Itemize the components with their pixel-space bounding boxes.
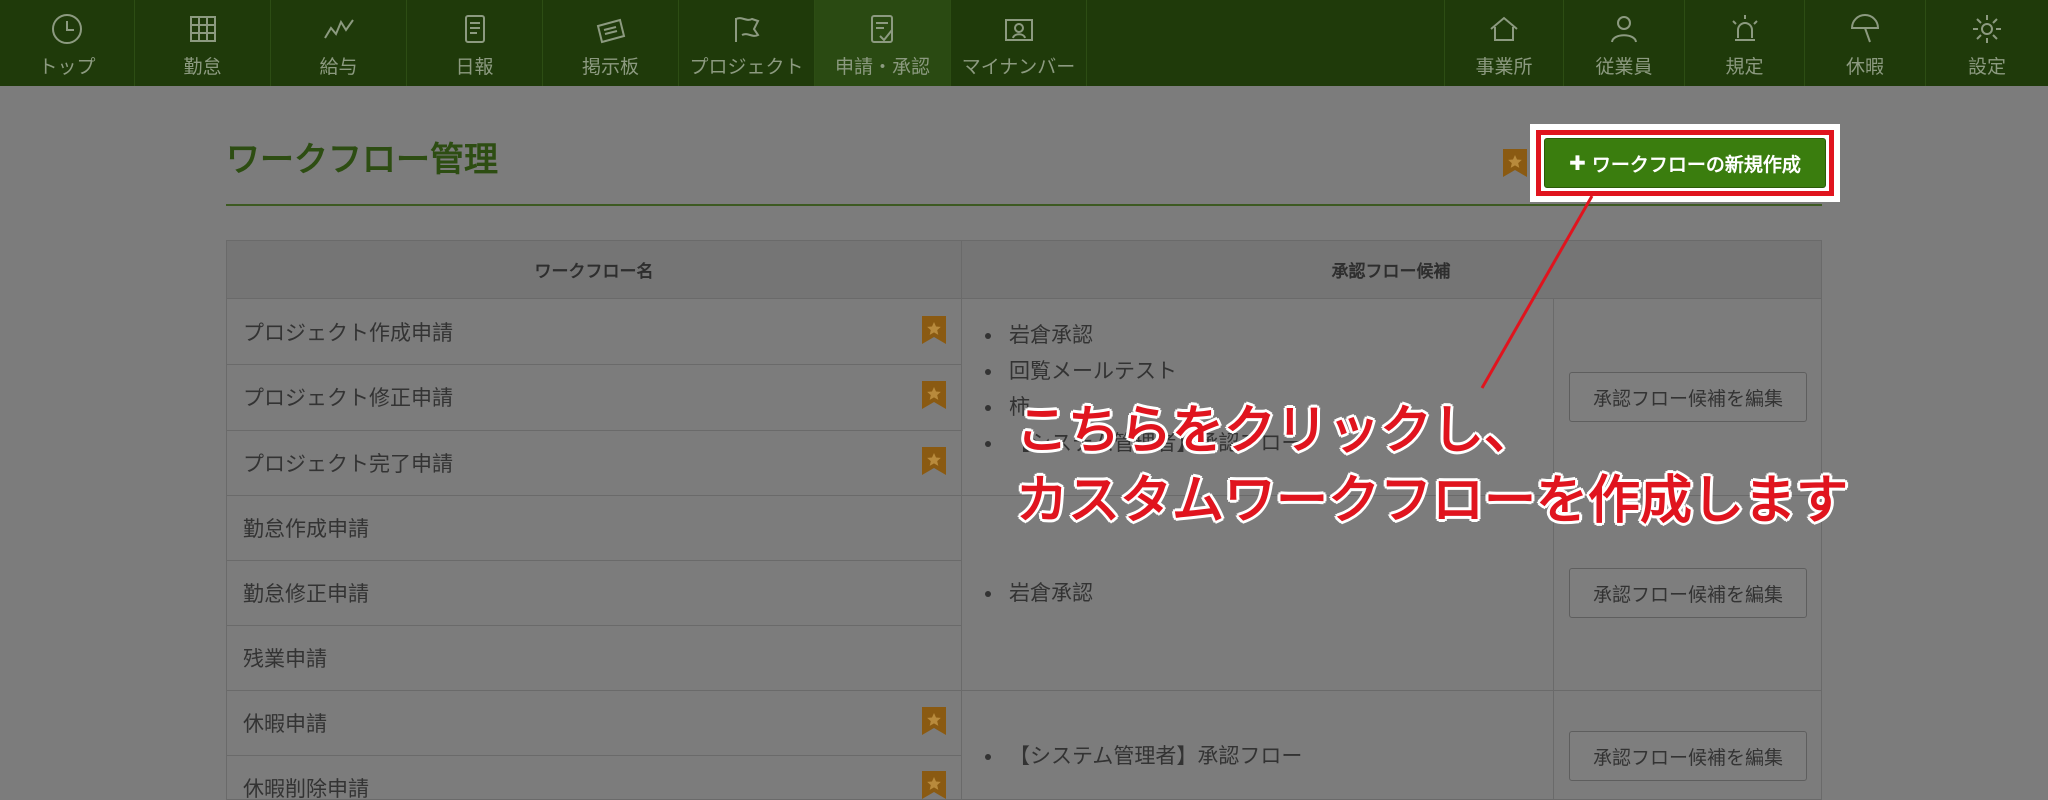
nav-daily-report[interactable]: 日報 [407,0,543,86]
nav-project[interactable]: プロジェクト [679,0,815,86]
workflow-name[interactable]: 勤怠作成申請 [243,513,369,543]
nav-attendance-label: 勤怠 [183,56,222,78]
nav-daily-report-label: 日報 [455,56,494,78]
nav-payroll-label: 給与 [319,56,358,78]
nav-rules[interactable]: 規定 [1685,0,1805,86]
favorite-bookmark-icon[interactable] [921,446,947,480]
top-navigation: トップ 勤怠 給与 日報 掲示板 プロジェクト 申請・承認 マイナンバー 事業所… [0,0,2048,86]
row-divider [227,560,961,561]
nav-employees[interactable]: 従業員 [1564,0,1685,86]
clipboard-check-icon [870,15,893,43]
row-divider [227,625,961,626]
favorite-bookmark-icon[interactable] [921,315,947,349]
clock-icon [52,14,82,44]
workflow-name[interactable]: 休暇申請 [243,708,327,738]
page-title: ワークフロー管理 [226,140,498,180]
column-divider [1553,299,1554,800]
nav-rules-label: 規定 [1725,56,1764,78]
approval-flow-item: 岩倉承認 [981,575,1093,611]
gear-icon [1973,15,2001,43]
row-divider [227,755,961,756]
annotation-line-2: カスタムワークフローを作成します [1016,471,1849,531]
plus-icon: ✚ [1569,151,1586,175]
nav-top-label: トップ [38,56,96,78]
edit-approval-flow-button[interactable]: 承認フロー候補を編集 [1569,372,1807,422]
nav-office-label: 事業所 [1475,56,1533,78]
edit-approval-flow-button[interactable]: 承認フロー候補を編集 [1569,568,1807,618]
workflow-name[interactable]: プロジェクト完了申請 [243,448,453,478]
workflow-name[interactable]: 勤怠修正申請 [243,578,369,608]
nav-attendance[interactable]: 勤怠 [135,0,271,86]
nav-my-number[interactable]: マイナンバー [951,0,1087,86]
nav-leave[interactable]: 休暇 [1805,0,1926,86]
board-icon [596,18,625,44]
approval-flow-list: 岩倉承認 [981,575,1093,611]
approval-flow-list: 【システム管理者】承認フロー [981,738,1302,774]
nav-project-label: プロジェクト [689,56,804,78]
chart-line-icon [323,19,354,39]
favorite-bookmark-icon[interactable] [921,380,947,414]
column-divider [961,241,962,800]
nav-settings[interactable]: 設定 [1926,0,2048,86]
annotation-line-1: こちらをクリックし、 [1016,401,1537,461]
approval-flow-item: 岩倉承認 [981,317,1302,353]
column-header-workflow-name: ワークフロー名 [227,241,961,299]
edit-approval-flow-button[interactable]: 承認フロー候補を編集 [1569,731,1807,781]
person-icon [1611,16,1637,43]
nav-office[interactable]: 事業所 [1444,0,1564,86]
nav-my-number-label: マイナンバー [961,56,1076,78]
favorite-bookmark-icon[interactable] [1502,148,1528,182]
row-divider [227,430,961,431]
favorite-bookmark-icon[interactable] [921,770,947,800]
nav-application-approval[interactable]: 申請・承認 [815,0,951,86]
favorite-bookmark-icon[interactable] [921,706,947,740]
nav-employees-label: 従業員 [1595,56,1653,78]
id-card-icon [1004,19,1033,41]
row-divider [227,364,961,365]
approval-flow-item: 回覧メールテスト [981,353,1302,389]
title-divider [226,204,1822,206]
nav-board[interactable]: 掲示板 [543,0,679,86]
alarm-light-icon [1731,15,1758,41]
column-header-approval-flow: 承認フロー候補 [961,241,1821,299]
nav-settings-label: 設定 [1967,56,2006,78]
workflow-name[interactable]: プロジェクト修正申請 [243,382,453,412]
workflow-name[interactable]: プロジェクト作成申請 [243,317,453,347]
flag-icon [734,17,759,42]
calendar-grid-icon [189,16,216,42]
notebook-icon [464,15,485,43]
nav-board-label: 掲示板 [581,56,639,78]
create-workflow-label: ワークフローの新規作成 [1591,153,1801,176]
nav-leave-label: 休暇 [1845,56,1884,78]
workflow-name[interactable]: 休暇削除申請 [243,773,369,800]
approval-flow-item: 【システム管理者】承認フロー [981,738,1302,774]
create-workflow-button[interactable]: ✚ ワークフローの新規作成 [1544,138,1826,188]
nav-top[interactable]: トップ [0,0,135,86]
beach-umbrella-icon [1850,14,1880,43]
house-icon [1490,16,1518,41]
group-divider [227,690,1821,691]
nav-application-approval-label: 申請・承認 [834,56,930,78]
nav-payroll[interactable]: 給与 [271,0,407,86]
workflow-name[interactable]: 残業申請 [243,643,327,673]
